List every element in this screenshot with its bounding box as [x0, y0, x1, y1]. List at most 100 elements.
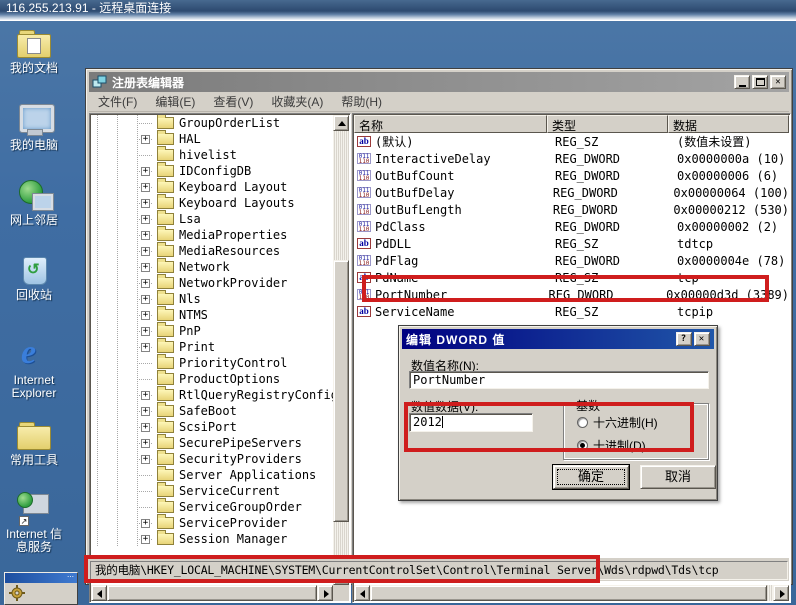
- tree-item-hivelist[interactable]: hivelist: [91, 147, 333, 163]
- expand-icon[interactable]: +: [141, 231, 150, 240]
- desktop-icon-my-computer[interactable]: 我的电脑: [1, 103, 67, 152]
- expand-icon[interactable]: +: [141, 343, 150, 352]
- value-row-outbuflength[interactable]: 011110OutBufLengthREG_DWORD0x00000212 (5…: [354, 201, 789, 218]
- menu-item-3[interactable]: 收藏夹(A): [262, 91, 332, 112]
- menu-item-0[interactable]: 文件(F): [89, 91, 146, 112]
- tree-item-mediaresources[interactable]: +MediaResources: [91, 243, 333, 259]
- menu-item-2[interactable]: 查看(V): [204, 91, 262, 112]
- expand-icon[interactable]: +: [141, 535, 150, 544]
- tree-item-rtlqueryregistryconfig[interactable]: +RtlQueryRegistryConfig: [91, 387, 333, 403]
- value-name-field[interactable]: PortNumber: [409, 371, 709, 389]
- tree-item-lsa[interactable]: +Lsa: [91, 211, 333, 227]
- help-button[interactable]: ?: [676, 332, 692, 346]
- tree-item-pnp[interactable]: +PnP: [91, 323, 333, 339]
- tree-item-print[interactable]: +Print: [91, 339, 333, 355]
- tree-item-keyboard-layout[interactable]: +Keyboard Layout: [91, 179, 333, 195]
- expand-icon[interactable]: +: [141, 455, 150, 464]
- value-row-pdclass[interactable]: 011110PdClassREG_DWORD0x00000002 (2): [354, 218, 789, 235]
- menu-item-4[interactable]: 帮助(H): [332, 91, 391, 112]
- scroll-left-button[interactable]: [354, 585, 370, 601]
- tree-vscroll-thumb[interactable]: [333, 260, 349, 522]
- tree-item-securityproviders[interactable]: +SecurityProviders: [91, 451, 333, 467]
- tree-item-mediaproperties[interactable]: +MediaProperties: [91, 227, 333, 243]
- desktop-icon-network-places[interactable]: 网上邻居: [1, 178, 67, 227]
- scroll-up-button[interactable]: [333, 115, 349, 131]
- value-row-outbufdelay[interactable]: 011110OutBufDelayREG_DWORD0x00000064 (10…: [354, 184, 789, 201]
- close-button[interactable]: ✕: [770, 75, 786, 89]
- minimize-button[interactable]: [734, 75, 750, 89]
- expand-icon[interactable]: +: [141, 183, 150, 192]
- expand-icon[interactable]: +: [141, 407, 150, 416]
- expand-icon[interactable]: +: [141, 439, 150, 448]
- desktop-icon-my-documents[interactable]: 我的文档: [1, 26, 67, 75]
- expand-icon[interactable]: +: [141, 167, 150, 176]
- expand-icon[interactable]: +: [141, 423, 150, 432]
- dialog-titlebar[interactable]: 编辑 DWORD 值 ? ✕: [402, 329, 714, 349]
- column-header-data[interactable]: 数据: [668, 115, 789, 133]
- tree-item-scsiport[interactable]: +ScsiPort: [91, 419, 333, 435]
- menu-item-1[interactable]: 编辑(E): [146, 91, 204, 112]
- tree-item-servicegrouporder[interactable]: ServiceGroupOrder: [91, 499, 333, 515]
- tree-item-ntms[interactable]: +NTMS: [91, 307, 333, 323]
- tree-item-idconfigdb[interactable]: +IDConfigDB: [91, 163, 333, 179]
- desktop-icon-common-tools[interactable]: 常用工具: [1, 418, 67, 467]
- value-row-pdflag[interactable]: 011110PdFlagREG_DWORD0x0000004e (78): [354, 252, 789, 269]
- value-type: REG_SZ: [551, 305, 672, 319]
- expand-icon[interactable]: +: [141, 391, 150, 400]
- value-row-pddll[interactable]: abPdDLLREG_SZtdtcp: [354, 235, 789, 252]
- tree-item-keyboard-layouts[interactable]: +Keyboard Layouts: [91, 195, 333, 211]
- folder-icon: [157, 325, 174, 337]
- expand-icon[interactable]: +: [141, 519, 150, 528]
- tree-item-grouporderlist[interactable]: GroupOrderList: [91, 115, 333, 131]
- expand-icon[interactable]: +: [141, 279, 150, 288]
- column-header-type[interactable]: 类型: [547, 115, 668, 133]
- desktop-icon-internet-explorer[interactable]: Internet Explorer: [1, 338, 67, 400]
- scroll-right-button[interactable]: [317, 585, 333, 601]
- value-row-outbufcount[interactable]: 011110OutBufCountREG_DWORD0x00000006 (6): [354, 167, 789, 184]
- tree-item-label: GroupOrderList: [179, 116, 280, 130]
- tree-item-hal[interactable]: +HAL: [91, 131, 333, 147]
- value-data: 0x00000212 (530): [668, 203, 789, 217]
- reg-sz-icon: ab: [357, 136, 371, 147]
- cancel-button[interactable]: 取消: [640, 465, 716, 489]
- expand-icon[interactable]: +: [141, 135, 150, 144]
- value-row-interactivedelay[interactable]: 011110InteractiveDelayREG_DWORD0x0000000…: [354, 150, 789, 167]
- tree-vertical-scrollbar[interactable]: [333, 115, 349, 585]
- tree-item-session-manager[interactable]: +Session Manager: [91, 531, 333, 547]
- scroll-left-button[interactable]: [91, 585, 107, 601]
- tree-item-securepipeservers[interactable]: +SecurePipeServers: [91, 435, 333, 451]
- tree-hscroll-thumb[interactable]: [107, 585, 317, 601]
- value-row-servicename[interactable]: abServiceNameREG_SZtcpip: [354, 303, 789, 320]
- tree-item-network[interactable]: +Network: [91, 259, 333, 275]
- expand-icon[interactable]: +: [141, 263, 150, 272]
- maximize-button[interactable]: [752, 75, 768, 89]
- list-hscroll-thumb[interactable]: [370, 585, 767, 601]
- tree-item-servicecurrent[interactable]: ServiceCurrent: [91, 483, 333, 499]
- ok-button[interactable]: 确定: [553, 465, 629, 489]
- desktop-icon-iis[interactable]: ↗Internet 信息服务: [1, 492, 67, 554]
- expand-icon[interactable]: +: [141, 247, 150, 256]
- list-horizontal-scrollbar[interactable]: [354, 585, 789, 601]
- folder-icon: [157, 437, 174, 449]
- dialog-close-button[interactable]: ✕: [694, 332, 710, 346]
- tree-item-server-applications[interactable]: Server Applications: [91, 467, 333, 483]
- expand-icon[interactable]: +: [141, 295, 150, 304]
- expand-icon[interactable]: +: [141, 311, 150, 320]
- tree-item-nls[interactable]: +Nls: [91, 291, 333, 307]
- value-type: REG_DWORD: [551, 169, 672, 183]
- tree-item-productoptions[interactable]: ProductOptions: [91, 371, 333, 387]
- desktop-icon-recycle-bin[interactable]: 回收站: [1, 253, 67, 302]
- value-row-[interactable]: ab(默认)REG_SZ(数值未设置): [354, 133, 789, 150]
- expand-icon[interactable]: +: [141, 327, 150, 336]
- tree-item-prioritycontrol[interactable]: PriorityControl: [91, 355, 333, 371]
- expand-icon[interactable]: +: [141, 199, 150, 208]
- tree-horizontal-scrollbar[interactable]: [91, 585, 333, 601]
- tree-item-serviceprovider[interactable]: +ServiceProvider: [91, 515, 333, 531]
- background-window[interactable]: ⋯: [4, 572, 78, 605]
- scroll-right-button[interactable]: [773, 585, 789, 601]
- tree-item-safeboot[interactable]: +SafeBoot: [91, 403, 333, 419]
- tree-item-networkprovider[interactable]: +NetworkProvider: [91, 275, 333, 291]
- regedit-titlebar[interactable]: 注册表编辑器 ✕: [89, 72, 789, 92]
- expand-icon[interactable]: +: [141, 215, 150, 224]
- column-header-name[interactable]: 名称: [354, 115, 547, 133]
